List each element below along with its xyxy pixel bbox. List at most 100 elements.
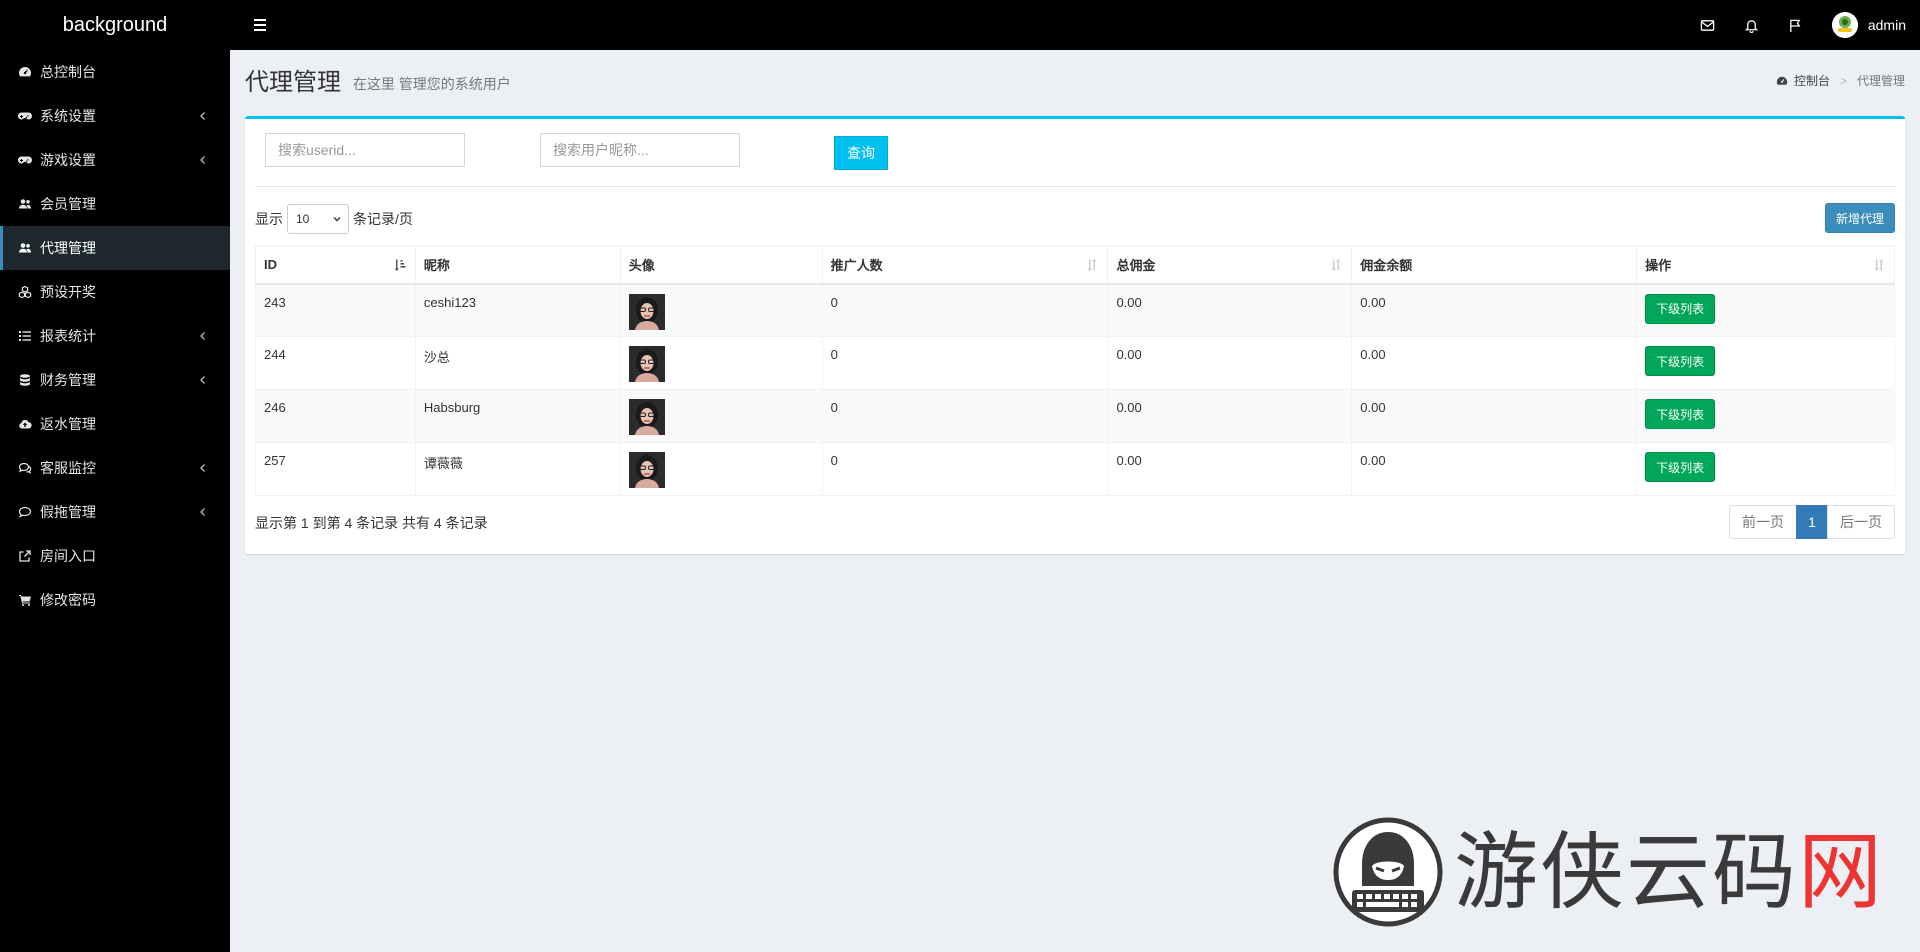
table-row: 244 沙总 0 0.00 0.00 下级列表: [255, 336, 1895, 390]
sidebar-item-label: 总控制台: [40, 64, 96, 80]
column-header-commission-balance: 佣金余额: [1351, 245, 1638, 285]
page-subtitle: 在这里 管理您的系统用户: [352, 76, 511, 92]
sidebar-item-label: 财务管理: [40, 372, 96, 388]
hamburger-line: [254, 24, 266, 26]
breadcrumb-current: 代理管理: [1856, 74, 1905, 88]
divider: [255, 186, 1895, 187]
watermark-text-main: 游侠云码: [1454, 823, 1799, 921]
hamburger-line: [254, 19, 266, 21]
hacker-logo-icon: [1333, 817, 1443, 927]
gamepad-icon: [18, 153, 32, 167]
top-navbar: background admin: [0, 0, 1920, 50]
breadcrumb-home-link[interactable]: 控制台: [1794, 72, 1830, 89]
notifications-bell-icon[interactable]: [1730, 0, 1774, 50]
breadcrumb-separator: >: [1839, 73, 1847, 88]
column-header-actions[interactable]: 操作: [1636, 245, 1895, 285]
sidebar-item-dashboard[interactable]: 总控制台: [0, 50, 230, 94]
sidebar-item-members[interactable]: 会员管理: [0, 182, 230, 226]
column-header-nickname: 昵称: [414, 245, 621, 285]
table-row: 243 ceshi123 0 0.00 0.00 下级列表: [255, 283, 1895, 337]
sidebar-item-finance[interactable]: 财务管理: [0, 358, 230, 402]
sub-list-button[interactable]: 下级列表: [1645, 399, 1716, 429]
content-header: 代理管理 在这里 管理您的系统用户 控制台 > 代理管理: [245, 62, 1905, 96]
cell-total-commission: 0.00: [1107, 336, 1353, 390]
users-icon: [18, 197, 32, 211]
sidebar-item-game-settings[interactable]: 游戏设置: [0, 138, 230, 182]
page-number-button[interactable]: 1: [1796, 505, 1828, 539]
user-avatar: [1831, 12, 1858, 38]
cell-commission-balance: 0.00: [1351, 336, 1638, 390]
breadcrumb: 控制台 > 代理管理: [1776, 72, 1905, 89]
cell-commission-balance: 0.00: [1351, 283, 1638, 337]
cart-icon: [18, 593, 32, 607]
page-length-prefix: 显示: [255, 211, 283, 227]
user-menu[interactable]: admin: [1831, 12, 1906, 38]
sidebar-item-label: 报表统计: [40, 328, 96, 344]
agent-list-box: 查询 显示 10 条记录/页 新增代理 ID 昵称 头像 推广人数 总佣金: [245, 116, 1905, 554]
sub-list-button[interactable]: 下级列表: [1645, 346, 1716, 376]
page-title: 代理管理: [245, 69, 341, 96]
cell-id: 243: [255, 283, 416, 337]
sort-both-icon: [1874, 259, 1884, 271]
search-userid-input[interactable]: [265, 133, 465, 167]
dashboard-icon: [1776, 76, 1788, 85]
sidebar-item-label: 房间入口: [40, 548, 96, 564]
sort-both-icon: [1331, 259, 1341, 271]
chevron-down-icon: [333, 217, 341, 222]
column-header-total-commission[interactable]: 总佣金: [1107, 245, 1353, 285]
user-name: admin: [1867, 17, 1906, 33]
sidebar-item-fake-bots[interactable]: 假拖管理: [0, 490, 230, 534]
sidebar-item-room-entry[interactable]: 房间入口: [0, 534, 230, 578]
page-length-value: 10: [296, 212, 310, 226]
cell-actions: 下级列表: [1636, 389, 1895, 443]
add-agent-button[interactable]: 新增代理: [1825, 203, 1895, 233]
page-length-select[interactable]: 10: [287, 204, 349, 234]
external-link-icon: [18, 549, 32, 563]
sidebar-item-reports[interactable]: 报表统计: [0, 314, 230, 358]
dashboard-icon: [18, 65, 32, 79]
cell-commission-balance: 0.00: [1351, 442, 1638, 496]
cell-actions: 下级列表: [1636, 442, 1895, 496]
brand-logo-text[interactable]: background: [0, 0, 230, 50]
flag-icon[interactable]: [1774, 0, 1818, 50]
search-nickname-input[interactable]: [540, 133, 740, 167]
user-avatar-image: [628, 346, 665, 382]
messages-icon[interactable]: [1686, 0, 1730, 50]
chevron-left-icon: [200, 112, 205, 120]
sidebar-item-rebate[interactable]: 返水管理: [0, 402, 230, 446]
sidebar-item-change-password[interactable]: 修改密码: [0, 578, 230, 622]
database-icon: [18, 373, 32, 387]
table-info: 显示第 1 到第 4 条记录 共有 4 条记录: [255, 515, 488, 531]
user-avatar-image: [628, 399, 665, 435]
column-header-label: 头像: [628, 257, 655, 273]
sidebar-item-system-settings[interactable]: 系统设置: [0, 94, 230, 138]
cell-total-commission: 0.00: [1107, 442, 1353, 496]
table-row: 246 Habsburg 0 0.00 0.00 下级列表: [255, 389, 1895, 443]
sub-list-button[interactable]: 下级列表: [1645, 293, 1716, 324]
table-row: 257 谭薇薇 0 0.00 0.00 下级列表: [255, 442, 1895, 496]
column-header-label: 推广人数: [830, 257, 883, 273]
navbar-right: admin: [1686, 0, 1920, 50]
column-header-promoted-count[interactable]: 推广人数: [821, 245, 1109, 285]
query-button[interactable]: 查询: [834, 136, 888, 170]
sidebar-item-customer-service[interactable]: 客服监控: [0, 446, 230, 490]
cell-id: 246: [255, 389, 416, 443]
sidebar-item-agents[interactable]: 代理管理: [0, 226, 230, 270]
cell-total-commission: 0.00: [1107, 389, 1353, 443]
column-header-id[interactable]: ID: [255, 245, 416, 285]
watermark: 游侠云码网: [1332, 816, 1892, 928]
hamburger-line: [254, 29, 266, 31]
sidebar-item-preset-draw[interactable]: 预设开奖: [0, 270, 230, 314]
column-header-label: 总佣金: [1116, 257, 1156, 273]
page-length-suffix: 条记录/页: [353, 211, 413, 227]
chevron-left-icon: [200, 156, 205, 164]
watermark-text: 游侠云码网: [1454, 830, 1884, 914]
next-page-button[interactable]: 后一页: [1827, 505, 1895, 539]
sidebar-item-label: 会员管理: [40, 196, 96, 212]
sub-list-button[interactable]: 下级列表: [1645, 452, 1716, 482]
cell-id: 257: [255, 442, 416, 496]
cell-actions: 下级列表: [1636, 336, 1895, 390]
prev-page-button[interactable]: 前一页: [1729, 505, 1797, 539]
user-avatar-image: [628, 293, 665, 330]
sidebar-toggle-button[interactable]: [240, 0, 280, 50]
